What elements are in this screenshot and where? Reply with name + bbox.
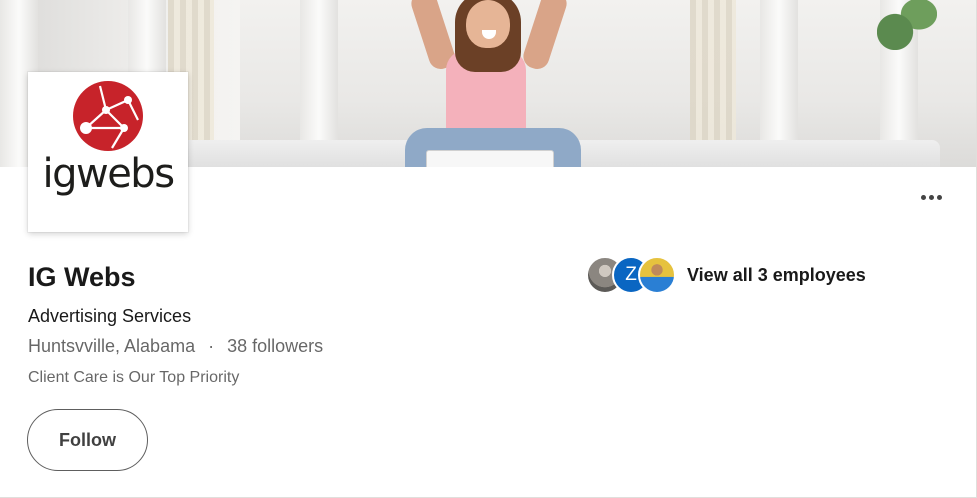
- company-industry: Advertising Services: [28, 306, 192, 326]
- company-top-card: igwebs IG Webs Advertising Services Hunt…: [0, 0, 977, 498]
- ellipsis-icon: [920, 194, 926, 200]
- meta-separator: ·: [208, 336, 215, 356]
- company-name: IG Webs: [28, 262, 136, 292]
- company-tagline: Client Care is Our Top Priority: [28, 369, 240, 386]
- logo-wordmark: igwebs: [42, 151, 175, 197]
- avatar: [638, 256, 676, 294]
- employee-avatars: Z: [586, 255, 678, 295]
- more-actions-button[interactable]: [911, 182, 951, 212]
- view-employees-label: View all 3 employees: [687, 264, 866, 285]
- followers-count: 38 followers: [227, 336, 324, 356]
- network-globe-icon: [73, 81, 143, 151]
- company-meta: Huntsvville, Alabama · 38 followers: [28, 334, 323, 358]
- view-employees-link[interactable]: Z View all 3 employees: [586, 255, 866, 295]
- company-location: Huntsvville, Alabama: [28, 336, 196, 356]
- company-logo[interactable]: igwebs: [28, 72, 188, 232]
- follow-button[interactable]: Follow: [27, 409, 148, 471]
